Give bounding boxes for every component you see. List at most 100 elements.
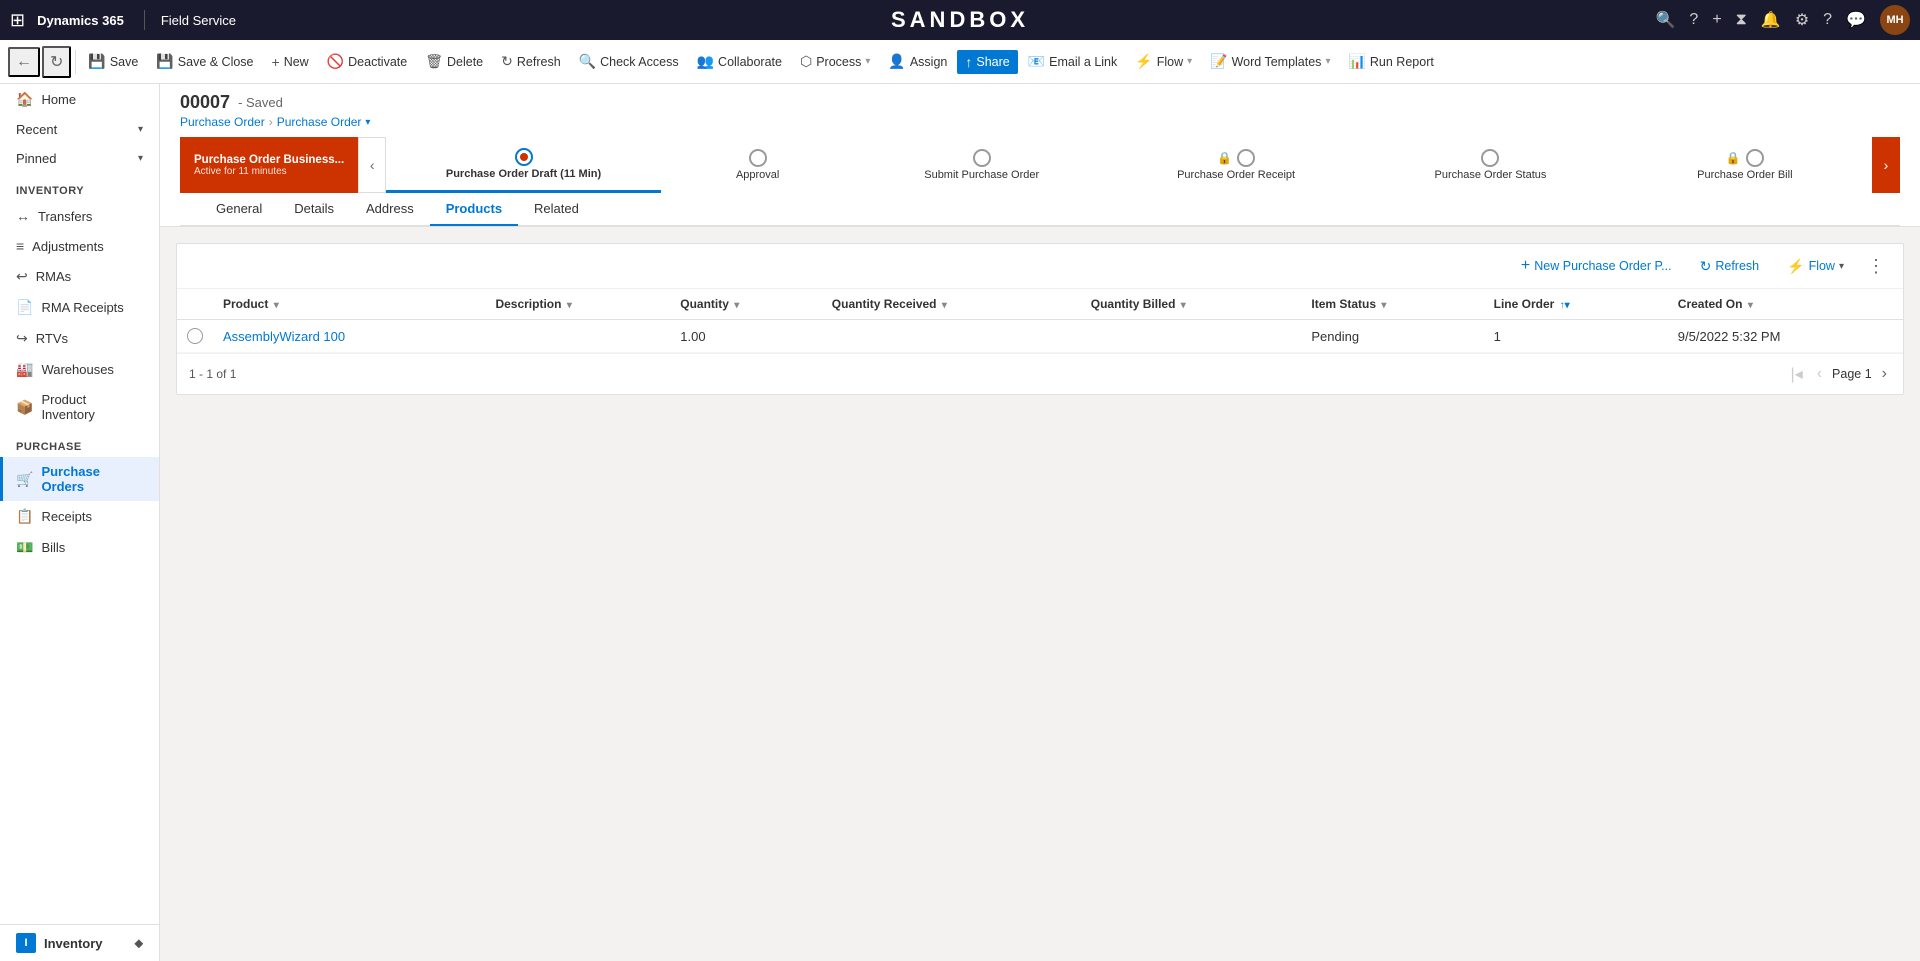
purchase-section-header: Purchase	[0, 429, 159, 457]
sort-icon-description: ▾	[567, 300, 572, 311]
new-button[interactable]: + New	[264, 50, 317, 74]
filter-icon[interactable]: ⧗	[1736, 11, 1747, 29]
row-created-on-cell: 9/5/2022 5:32 PM	[1668, 320, 1903, 353]
transfers-icon: ↔	[16, 208, 30, 224]
col-qty-received-header[interactable]: Quantity Received ▾	[822, 289, 1081, 320]
col-item-status-header[interactable]: Item Status ▾	[1301, 289, 1483, 320]
process-step-5[interactable]: Purchase Order Status	[1363, 137, 1617, 193]
question-icon[interactable]: ?	[1823, 11, 1832, 29]
run-report-button[interactable]: 📊 Run Report	[1340, 49, 1441, 74]
delete-button[interactable]: 🗑 Delete	[417, 49, 491, 74]
step-circle-2	[749, 149, 767, 167]
settings-icon[interactable]: ⚙	[1795, 10, 1809, 30]
prev-page-button[interactable]: ‹	[1813, 363, 1826, 385]
deactivate-button[interactable]: 🚫 Deactivate	[319, 49, 416, 74]
add-icon[interactable]: +	[1712, 11, 1721, 29]
new-purchase-order-btn[interactable]: + New Purchase Order P...	[1510, 252, 1683, 280]
sidebar-item-bills[interactable]: 💵 Bills	[0, 532, 159, 563]
product-link[interactable]: AssemblyWizard 100	[223, 329, 345, 344]
breadcrumb-link-2[interactable]: Purchase Order	[277, 115, 362, 129]
tab-products[interactable]: Products	[430, 193, 518, 226]
collaborate-button[interactable]: 👥 Collaborate	[689, 49, 790, 74]
refresh-icon-table: ↻	[1700, 258, 1712, 275]
sidebar-item-purchase-orders[interactable]: 🛒 Purchase Orders	[0, 457, 159, 501]
purchase-orders-icon: 🛒	[16, 471, 33, 488]
sidebar-item-adjustments[interactable]: ≡ Adjustments	[0, 231, 159, 261]
delete-icon: 🗑	[425, 53, 443, 70]
process-nav-left[interactable]: ‹	[358, 137, 386, 193]
waffle-menu[interactable]: ⊞	[10, 10, 25, 31]
flow-dropdown-icon-table: ▾	[1839, 261, 1844, 272]
process-step-2[interactable]: Approval	[661, 137, 855, 193]
col-description-header[interactable]: Description ▾	[485, 289, 670, 320]
tab-general[interactable]: General	[200, 193, 278, 226]
products-table-section: + New Purchase Order P... ↻ Refresh ⚡ Fl…	[176, 243, 1904, 395]
sidebar-item-rtvs[interactable]: ↪ RTVs	[0, 323, 159, 354]
col-line-order-header[interactable]: Line Order ↑▾	[1484, 289, 1668, 320]
table-refresh-button[interactable]: ↻ Refresh	[1689, 253, 1771, 280]
sidebar-bottom-inventory[interactable]: I Inventory ⬥	[0, 924, 159, 961]
deactivate-icon: 🚫	[327, 53, 344, 70]
check-access-button[interactable]: 🔍 Check Access	[571, 49, 687, 74]
table-flow-button[interactable]: ⚡ Flow ▾	[1776, 253, 1855, 280]
breadcrumb-dropdown-icon[interactable]: ▾	[365, 117, 370, 128]
assign-button[interactable]: 👤 Assign	[880, 49, 955, 74]
brand-label: Dynamics 365	[37, 13, 124, 28]
step-label-2: Approval	[736, 169, 779, 181]
col-quantity-header[interactable]: Quantity ▾	[670, 289, 822, 320]
process-nav-right[interactable]: ›	[1872, 137, 1900, 193]
breadcrumb-link-1[interactable]: Purchase Order	[180, 115, 265, 129]
forward-button[interactable]: ↻	[42, 46, 71, 78]
col-qty-billed-header[interactable]: Quantity Billed ▾	[1081, 289, 1302, 320]
chat-icon[interactable]: 💬	[1846, 10, 1866, 30]
tab-related[interactable]: Related	[518, 193, 595, 226]
sidebar-item-receipts[interactable]: 📋 Receipts	[0, 501, 159, 532]
share-button[interactable]: ↑ Share	[957, 50, 1017, 74]
table-footer: 1 - 1 of 1 |◂ ‹ Page 1 ›	[177, 353, 1903, 394]
active-stage-label[interactable]: Purchase Order Business... Active for 11…	[180, 137, 358, 193]
save-button[interactable]: 💾 Save	[80, 49, 146, 74]
active-stage-title: Purchase Order Business...	[194, 154, 344, 166]
lock-icon-6: 🔒	[1726, 151, 1741, 165]
nav-icons: 🔍 ? + ⧗ 🔔 ⚙ ? 💬 MH	[1656, 5, 1911, 35]
bell-icon[interactable]: 🔔	[1761, 10, 1781, 30]
refresh-button[interactable]: ↻ Refresh	[493, 49, 569, 74]
col-created-on-header[interactable]: Created On ▾	[1668, 289, 1903, 320]
search-icon[interactable]: 🔍	[1656, 10, 1676, 30]
add-icon-table: +	[1521, 257, 1530, 275]
step-label-3: Submit Purchase Order	[924, 169, 1039, 181]
avatar[interactable]: MH	[1880, 5, 1910, 35]
word-templates-button[interactable]: 📝 Word Templates ▾	[1202, 49, 1338, 74]
flow-button[interactable]: ⚡ Flow ▾	[1127, 49, 1200, 74]
tab-address[interactable]: Address	[350, 193, 430, 226]
process-button[interactable]: ⬡ Process ▾	[792, 49, 878, 74]
toolbar-separator-1	[75, 50, 76, 74]
process-step-6[interactable]: 🔒 Purchase Order Bill	[1618, 137, 1872, 193]
sidebar-item-rmas[interactable]: ↩ RMAs	[0, 261, 159, 292]
sidebar-item-transfers[interactable]: ↔ Transfers	[0, 201, 159, 231]
next-page-button[interactable]: ›	[1878, 363, 1891, 385]
email-link-icon: 📧	[1028, 53, 1045, 70]
active-stage-sub: Active for 11 minutes	[194, 166, 344, 177]
sidebar-item-product-inventory[interactable]: 📦 Product Inventory	[0, 385, 159, 429]
first-page-button[interactable]: |◂	[1787, 362, 1807, 386]
sidebar-item-recent[interactable]: Recent ▾	[0, 115, 159, 144]
sidebar-item-warehouses[interactable]: 🏭 Warehouses	[0, 354, 159, 385]
row-checkbox-cell[interactable]	[177, 320, 213, 353]
col-product-header[interactable]: Product ▾	[213, 289, 485, 320]
sort-icon-line-order: ↑▾	[1560, 300, 1570, 311]
email-link-button[interactable]: 📧 Email a Link	[1020, 49, 1126, 74]
step-label-1: Purchase Order Draft (11 Min)	[446, 168, 601, 180]
sidebar-item-pinned[interactable]: Pinned ▾	[0, 144, 159, 173]
table-more-button[interactable]: ⋮	[1861, 254, 1891, 279]
save-close-button[interactable]: 💾 Save & Close	[148, 49, 261, 74]
sidebar-item-home[interactable]: 🏠 Home	[0, 84, 159, 115]
tab-details[interactable]: Details	[278, 193, 350, 226]
help-icon[interactable]: ?	[1689, 11, 1698, 29]
sidebar-item-rma-receipts[interactable]: 📄 RMA Receipts	[0, 292, 159, 323]
process-step-1[interactable]: Purchase Order Draft (11 Min)	[386, 137, 661, 193]
process-step-3[interactable]: Submit Purchase Order	[855, 137, 1109, 193]
process-step-4[interactable]: 🔒 Purchase Order Receipt	[1109, 137, 1363, 193]
back-button[interactable]: ←	[8, 47, 40, 77]
row-checkbox[interactable]	[187, 328, 203, 344]
